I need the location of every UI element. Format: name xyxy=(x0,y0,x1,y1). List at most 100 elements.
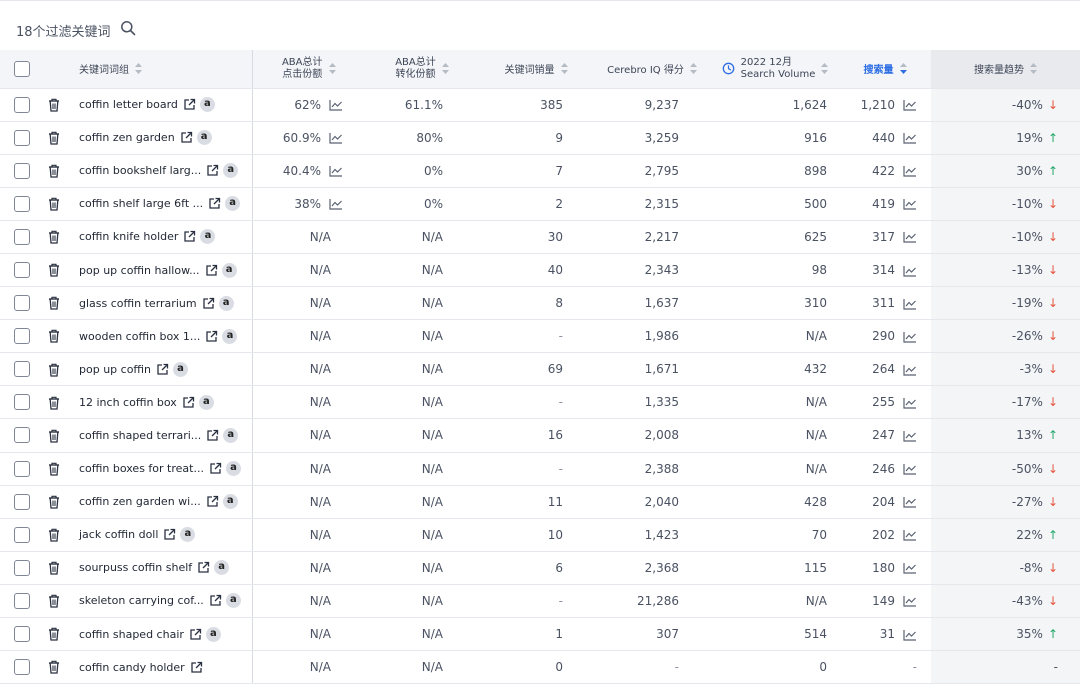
keyword-text[interactable]: coffin bookshelf larg... xyxy=(79,164,201,177)
amazon-icon[interactable]: a xyxy=(199,97,215,113)
keyword-text[interactable]: wooden coffin box 1... xyxy=(79,330,200,343)
external-link-icon[interactable] xyxy=(205,264,218,277)
header-search-trend[interactable]: 搜索量趋势 xyxy=(931,50,1080,89)
external-link-icon[interactable] xyxy=(206,495,219,508)
keyword-text[interactable]: coffin shaped terrari... xyxy=(79,429,201,442)
trash-icon[interactable] xyxy=(48,263,60,277)
keyword-text[interactable]: coffin boxes for treat... xyxy=(79,462,204,475)
row-checkbox[interactable] xyxy=(14,328,30,345)
amazon-icon[interactable]: a xyxy=(223,163,239,179)
keyword-text[interactable]: coffin knife holder xyxy=(79,230,178,243)
keyword-text[interactable]: coffin letter board xyxy=(79,98,178,111)
keyword-text[interactable]: jack coffin doll xyxy=(79,528,158,541)
row-checkbox[interactable] xyxy=(14,460,30,477)
amazon-icon[interactable]: a xyxy=(225,461,241,477)
external-link-icon[interactable] xyxy=(197,561,210,574)
row-checkbox[interactable] xyxy=(14,427,30,444)
row-checkbox[interactable] xyxy=(14,394,30,411)
trend-chart-icon[interactable] xyxy=(329,198,343,210)
external-link-icon[interactable] xyxy=(183,98,196,111)
header-keyword-phrase[interactable]: 关键词词组 xyxy=(68,50,253,89)
amazon-icon[interactable]: a xyxy=(214,560,230,576)
amazon-icon[interactable]: a xyxy=(205,626,221,642)
header-aba-conversion-share[interactable]: ABA总计 转化份额 xyxy=(365,50,479,89)
trend-chart-icon[interactable] xyxy=(329,132,343,144)
external-link-icon[interactable] xyxy=(202,297,215,310)
external-link-icon[interactable] xyxy=(180,131,193,144)
external-link-icon[interactable] xyxy=(205,330,218,343)
header-aba-click-share[interactable]: ABA总计 点击份额 xyxy=(252,50,365,89)
trend-chart-icon[interactable] xyxy=(903,496,917,508)
trend-chart-icon[interactable] xyxy=(903,298,917,310)
trash-icon[interactable] xyxy=(48,197,60,211)
trash-icon[interactable] xyxy=(48,429,60,443)
row-checkbox[interactable] xyxy=(14,96,30,113)
trash-icon[interactable] xyxy=(48,462,60,476)
trend-chart-icon[interactable] xyxy=(903,165,917,177)
keyword-text[interactable]: coffin candy holder xyxy=(79,661,185,674)
trash-icon[interactable] xyxy=(48,660,60,675)
trash-icon[interactable] xyxy=(48,230,60,244)
keyword-text[interactable]: skeleton carrying cof... xyxy=(79,594,204,607)
search-icon[interactable] xyxy=(120,20,136,36)
row-checkbox[interactable] xyxy=(14,195,30,212)
header-keyword-sales[interactable]: 关键词销量 xyxy=(479,50,593,89)
keyword-text[interactable]: coffin zen garden wi... xyxy=(79,495,201,508)
sort-icon[interactable] xyxy=(821,63,829,75)
amazon-icon[interactable]: a xyxy=(198,394,214,410)
amazon-icon[interactable]: a xyxy=(222,328,238,344)
external-link-icon[interactable] xyxy=(163,528,176,541)
external-link-icon[interactable] xyxy=(189,628,202,641)
trash-icon[interactable] xyxy=(48,627,60,641)
sort-desc-active-icon[interactable] xyxy=(899,63,907,75)
select-all-checkbox[interactable] xyxy=(14,60,30,77)
trend-chart-icon[interactable] xyxy=(903,629,917,641)
external-link-icon[interactable] xyxy=(208,197,221,210)
amazon-icon[interactable]: a xyxy=(221,262,237,278)
trend-chart-icon[interactable] xyxy=(903,231,917,244)
row-checkbox[interactable] xyxy=(14,592,30,609)
trash-icon[interactable] xyxy=(48,396,60,410)
amazon-icon[interactable]: a xyxy=(200,229,216,245)
external-link-icon[interactable] xyxy=(209,594,222,607)
external-link-icon[interactable] xyxy=(190,661,203,674)
trend-chart-icon[interactable] xyxy=(903,265,917,277)
row-checkbox[interactable] xyxy=(14,162,30,179)
trash-icon[interactable] xyxy=(48,495,60,509)
trend-chart-icon[interactable] xyxy=(903,331,917,343)
trend-chart-icon[interactable] xyxy=(903,364,917,376)
trend-chart-icon[interactable] xyxy=(903,562,917,574)
amazon-icon[interactable]: a xyxy=(223,427,239,443)
sort-icon[interactable] xyxy=(689,63,697,75)
header-search-volume[interactable]: 搜索量 xyxy=(839,50,931,89)
header-cerebro-iq[interactable]: Cerebro IQ 得分 xyxy=(593,50,711,89)
trend-chart-icon[interactable] xyxy=(329,165,343,177)
trash-icon[interactable] xyxy=(48,561,60,575)
keyword-text[interactable]: coffin zen garden xyxy=(79,131,175,144)
sort-icon[interactable] xyxy=(135,63,142,75)
trash-icon[interactable] xyxy=(48,98,60,112)
external-link-icon[interactable] xyxy=(156,363,169,376)
row-checkbox[interactable] xyxy=(14,526,30,543)
keyword-text[interactable]: 12 inch coffin box xyxy=(79,396,177,409)
header-dec-search-volume[interactable]: 2022 12月 Search Volume xyxy=(711,50,839,89)
row-checkbox[interactable] xyxy=(14,295,30,312)
row-checkbox[interactable] xyxy=(14,262,30,279)
trash-icon[interactable] xyxy=(48,164,60,178)
trend-chart-icon[interactable] xyxy=(903,99,917,111)
external-link-icon[interactable] xyxy=(183,230,196,243)
amazon-icon[interactable]: a xyxy=(225,196,241,212)
trash-icon[interactable] xyxy=(48,594,60,608)
keyword-text[interactable]: pop up coffin hallow... xyxy=(79,264,200,277)
trend-chart-icon[interactable] xyxy=(903,198,917,210)
trend-chart-icon[interactable] xyxy=(903,132,917,144)
row-checkbox[interactable] xyxy=(14,559,30,576)
row-checkbox[interactable] xyxy=(14,659,30,676)
trend-chart-icon[interactable] xyxy=(903,430,917,442)
external-link-icon[interactable] xyxy=(206,429,219,442)
row-checkbox[interactable] xyxy=(14,361,30,378)
external-link-icon[interactable] xyxy=(206,164,219,177)
external-link-icon[interactable] xyxy=(182,396,195,409)
trash-icon[interactable] xyxy=(48,528,60,542)
keyword-text[interactable]: coffin shaped chair xyxy=(79,628,184,641)
